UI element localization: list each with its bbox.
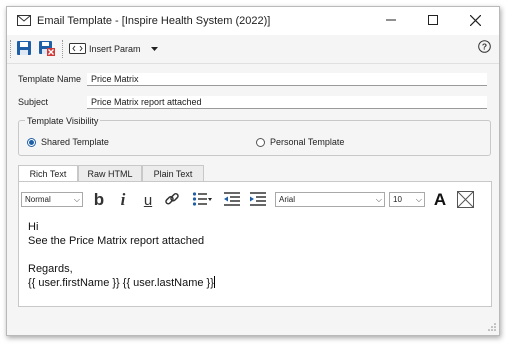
- email-body-editor[interactable]: Hi See the Price Matrix report attached …: [28, 220, 478, 290]
- underline-button[interactable]: u: [137, 191, 159, 209]
- clear-formatting-icon: [456, 190, 474, 210]
- minimize-icon: [386, 15, 396, 27]
- code-brackets-icon: [69, 42, 86, 56]
- font-family-value: Arial: [279, 195, 296, 204]
- font-size-value: 10: [393, 195, 402, 204]
- indent-icon: [249, 191, 267, 209]
- save-close-icon: [38, 40, 56, 59]
- minimize-button[interactable]: [377, 11, 405, 31]
- dropdown-arrow-icon: [150, 44, 158, 54]
- window-title: Email Template - [Inspire Health System …: [37, 15, 271, 27]
- font-size-select[interactable]: 10 ⌵: [389, 192, 425, 207]
- maximize-button[interactable]: [419, 11, 447, 31]
- link-button[interactable]: [162, 191, 182, 209]
- bullet-list-button[interactable]: [187, 191, 217, 209]
- font-family-select[interactable]: Arial ⌵: [275, 192, 385, 207]
- bold-button[interactable]: b: [89, 190, 109, 209]
- shared-template-radio[interactable]: Shared Template: [27, 137, 109, 147]
- editor-line: Regards,: [28, 263, 73, 275]
- outdent-button[interactable]: [221, 191, 243, 209]
- format-toolbar: Normal ⌵ b i u Arial ⌵ 10 ⌵ A: [19, 189, 491, 213]
- indent-button[interactable]: [247, 191, 269, 209]
- link-icon: [164, 191, 180, 209]
- shared-template-label: Shared Template: [41, 137, 109, 147]
- bold-icon: b: [93, 190, 105, 209]
- svg-text:?: ?: [482, 42, 487, 52]
- tab-raw-html[interactable]: Raw HTML: [78, 165, 142, 181]
- radio-selected-icon: [27, 137, 36, 147]
- paragraph-style-select[interactable]: Normal ⌵: [21, 192, 83, 207]
- paragraph-style-value: Normal: [25, 195, 51, 204]
- editor-line: See the Price Matrix report attached: [28, 235, 205, 247]
- tab-rich-text[interactable]: Rich Text: [18, 165, 78, 182]
- main-toolbar: Insert Param: [7, 35, 499, 64]
- subject-field[interactable]: Price Matrix report attached: [87, 96, 487, 109]
- toolbar-grip: [10, 40, 12, 58]
- resize-grip-icon[interactable]: [488, 323, 496, 333]
- font-color-button[interactable]: A: [430, 190, 450, 209]
- envelope-icon: [17, 15, 31, 28]
- editor-last-line: {{ user.firstName }} {{ user.lastName }}: [28, 276, 478, 290]
- bullet-list-icon: [192, 191, 212, 209]
- text-caret: [213, 276, 215, 288]
- save-button[interactable]: [16, 39, 32, 59]
- save-icon: [16, 40, 32, 58]
- title-bar[interactable]: Email Template - [Inspire Health System …: [7, 7, 499, 35]
- save-and-close-button[interactable]: [38, 39, 56, 59]
- editor-line-text: {{ user.firstName }} {{ user.lastName }}: [28, 277, 214, 289]
- insert-param-button[interactable]: Insert Param: [69, 39, 158, 59]
- close-button[interactable]: [461, 11, 489, 31]
- chevron-down-icon: ⌵: [73, 195, 80, 204]
- editor-line: Hi: [28, 221, 39, 233]
- radio-unselected-icon: [256, 137, 265, 147]
- clear-formatting-button[interactable]: [455, 190, 475, 210]
- insert-param-label: Insert Param: [89, 44, 141, 54]
- italic-icon: i: [120, 190, 126, 209]
- underline-icon: u: [143, 191, 153, 209]
- help-icon[interactable]: ?: [478, 40, 491, 55]
- font-color-icon: A: [433, 190, 447, 209]
- email-template-window: Email Template - [Inspire Health System …: [6, 6, 500, 336]
- template-name-field[interactable]: Price Matrix: [87, 73, 487, 86]
- personal-template-radio[interactable]: Personal Template: [256, 137, 344, 147]
- chevron-down-icon: ⌵: [415, 195, 422, 204]
- chevron-down-icon: ⌵: [375, 195, 382, 204]
- outdent-icon: [223, 191, 241, 209]
- subject-label: Subject: [18, 97, 49, 107]
- tab-plain-text[interactable]: Plain Text: [142, 165, 204, 181]
- template-name-label: Template Name: [18, 74, 82, 84]
- template-visibility-legend: Template Visibility: [25, 116, 101, 126]
- toolbar-separator: [62, 40, 64, 58]
- close-icon: [469, 14, 481, 28]
- maximize-icon: [428, 15, 438, 27]
- italic-button[interactable]: i: [113, 190, 133, 209]
- personal-template-label: Personal Template: [270, 137, 345, 147]
